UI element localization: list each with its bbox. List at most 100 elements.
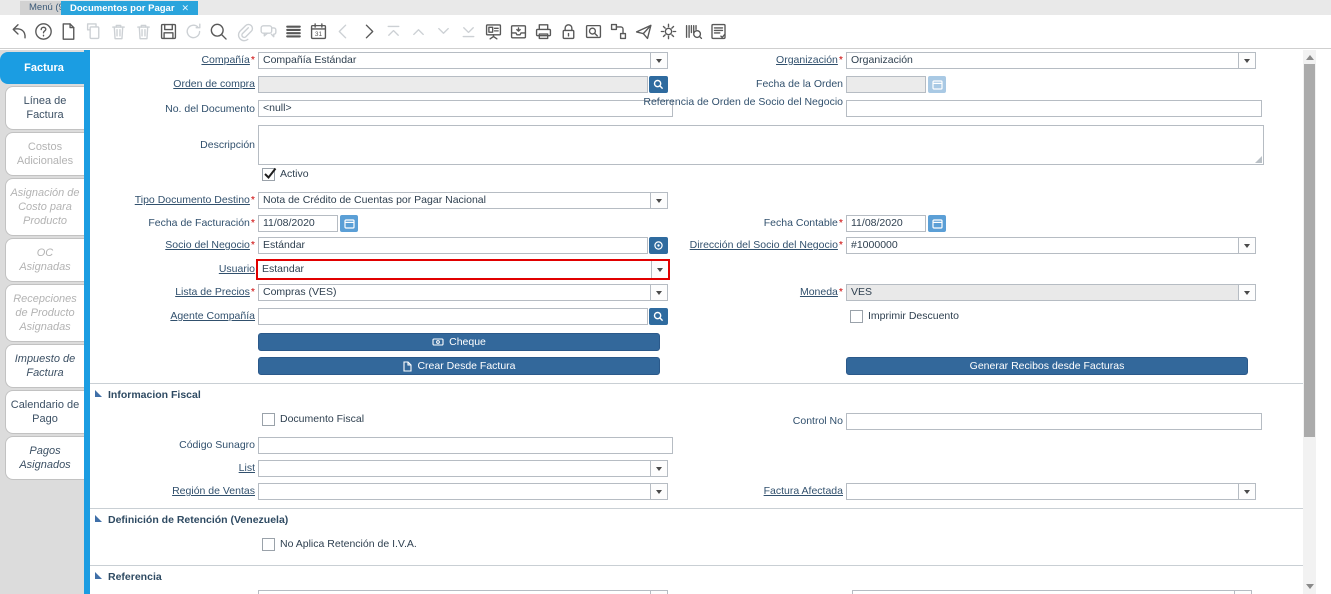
chevron-down-icon[interactable] — [650, 461, 667, 476]
zoom-across-icon[interactable] — [583, 21, 604, 42]
request-icon[interactable] — [633, 21, 654, 42]
fecha-facturacion-calendar-button[interactable] — [340, 215, 358, 232]
attachment-icon — [233, 21, 254, 42]
organizacion-label: Organización* — [635, 54, 843, 66]
direccion-socio-label: Dirección del Socio del Negocio* — [635, 239, 843, 251]
control-no-label: Control No — [635, 415, 843, 427]
report-view-icon[interactable] — [708, 21, 729, 42]
collapse-triangle-icon[interactable] — [95, 390, 102, 397]
lock-icon[interactable] — [558, 21, 579, 42]
resize-handle-icon[interactable] — [1255, 156, 1262, 163]
delete-record-icon — [108, 21, 129, 42]
print-icon[interactable] — [533, 21, 554, 42]
agente-compania-search-button[interactable] — [649, 308, 668, 325]
agente-compania-field[interactable] — [258, 308, 648, 325]
section-definicion-retencion[interactable]: Definición de Retención (Venezuela) — [108, 514, 288, 526]
calendar-icon — [932, 218, 943, 229]
sidebar-tab-impuesto-de-factura[interactable]: Impuesto de Factura — [5, 344, 84, 388]
activo-checkbox[interactable] — [262, 168, 275, 181]
archive-icon[interactable] — [508, 21, 529, 42]
vertical-scrollbar[interactable] — [1303, 50, 1316, 594]
sidebar-tab-línea-de-factura[interactable]: Línea de Factura — [5, 86, 84, 130]
sidebar-tab-factura[interactable]: Factura — [0, 52, 87, 84]
no-documento-label: No. del Documento — [90, 103, 255, 115]
help-icon[interactable] — [33, 21, 54, 42]
report-icon[interactable] — [483, 21, 504, 42]
referencia-orden-field[interactable] — [846, 100, 1262, 117]
fecha-contable-calendar-button[interactable] — [928, 215, 946, 232]
region-ventas-select[interactable] — [258, 483, 668, 500]
chevron-down-icon — [1238, 285, 1255, 300]
chevron-down-icon[interactable] — [1238, 53, 1255, 68]
detail-record-icon[interactable] — [358, 21, 379, 42]
preferences-icon[interactable] — [658, 21, 679, 42]
section-referencia[interactable]: Referencia — [108, 571, 162, 583]
chat-icon — [258, 21, 279, 42]
organizacion-select[interactable]: Organización — [846, 52, 1256, 69]
documento-fiscal-checkbox[interactable] — [262, 413, 275, 426]
search-icon — [653, 311, 664, 322]
main-toolbar: 31 — [0, 15, 1331, 49]
tab-documentos-por-pagar[interactable]: Documentos por Pagar✕ — [61, 1, 198, 15]
crear-desde-factura-button[interactable]: Crear Desde Factura — [258, 357, 660, 375]
tipo-documento-select[interactable]: Nota de Crédito de Cuentas por Pagar Nac… — [258, 192, 668, 209]
referencia-left-select-partial[interactable] — [258, 590, 668, 594]
chevron-down-icon[interactable] — [651, 261, 668, 278]
scroll-up-icon[interactable] — [1306, 55, 1314, 60]
save-icon[interactable] — [158, 21, 179, 42]
workflow-icon[interactable] — [608, 21, 629, 42]
collapse-triangle-icon[interactable] — [95, 515, 102, 522]
fecha-orden-field — [846, 76, 926, 93]
window-tab-bar: Menú (9) Documentos por Pagar✕ — [0, 0, 1331, 15]
find-icon[interactable] — [208, 21, 229, 42]
section-informacion-fiscal[interactable]: Informacion Fiscal — [108, 389, 201, 401]
product-info-icon[interactable] — [683, 21, 704, 42]
chevron-down-icon[interactable] — [1238, 238, 1255, 253]
chevron-down-icon[interactable] — [1238, 484, 1255, 499]
imprimir-descuento-checkbox[interactable] — [850, 310, 863, 323]
referencia-orden-label: Referencia de Orden de Socio del Negocio — [635, 96, 843, 108]
compania-label: Compañía* — [90, 54, 255, 66]
codigo-sunagro-label: Código Sunagro — [90, 439, 255, 451]
descripcion-label: Descripción — [90, 139, 255, 151]
scrollbar-thumb[interactable] — [1304, 64, 1315, 437]
sidebar-tab-pagos-asignados[interactable]: Pagos Asignados — [5, 436, 84, 480]
parent-record-icon — [333, 21, 354, 42]
calendar-icon — [344, 218, 355, 229]
close-tab-icon[interactable]: ✕ — [182, 3, 190, 13]
sidebar-tab-costos-adicionales: Costos Adicionales — [5, 132, 84, 176]
descripcion-textarea[interactable] — [258, 125, 1264, 165]
chevron-down-icon[interactable] — [650, 193, 667, 208]
moneda-label: Moneda* — [635, 286, 843, 298]
region-ventas-label: Región de Ventas — [90, 485, 255, 497]
fecha-facturacion-field[interactable]: 11/08/2020 — [258, 215, 338, 232]
cheque-button[interactable]: Cheque — [258, 333, 660, 351]
control-no-field[interactable] — [846, 413, 1262, 430]
list-select[interactable] — [258, 460, 668, 477]
grid-toggle-icon[interactable] — [283, 21, 304, 42]
codigo-sunagro-field[interactable] — [258, 437, 673, 454]
compania-select[interactable]: Compañía Estándar — [258, 52, 668, 69]
collapse-triangle-icon[interactable] — [95, 572, 102, 579]
no-documento-field[interactable]: <null> — [258, 100, 673, 117]
socio-negocio-field[interactable]: Estándar — [258, 237, 648, 254]
delete-selection-icon — [133, 21, 154, 42]
referencia-right-select-partial[interactable] — [852, 590, 1252, 594]
lista-precios-label: Lista de Precios* — [90, 286, 255, 298]
new-record-icon[interactable] — [58, 21, 79, 42]
activo-label: Activo — [280, 168, 309, 181]
generar-recibos-button[interactable]: Generar Recibos desde Facturas — [846, 357, 1248, 375]
calendar-icon[interactable]: 31 — [308, 21, 329, 42]
no-aplica-retencion-checkbox[interactable] — [262, 538, 275, 551]
undo-icon[interactable] — [8, 21, 29, 42]
scroll-down-icon[interactable] — [1306, 584, 1314, 589]
sidebar-tab-calendario-de-pago[interactable]: Calendario de Pago — [5, 390, 84, 434]
sidebar-tab-asignación-de-costo-para-producto: Asignación de Costo para Producto — [5, 178, 84, 236]
lista-precios-select[interactable]: Compras (VES) — [258, 284, 668, 301]
usuario-select-highlighted[interactable]: Estandar — [256, 259, 670, 280]
fecha-orden-calendar-button — [928, 76, 946, 93]
direccion-socio-select[interactable]: #1000000 — [846, 237, 1256, 254]
fecha-contable-field[interactable]: 11/08/2020 — [846, 215, 926, 232]
svg-text:31: 31 — [315, 31, 323, 38]
factura-afectada-select[interactable] — [846, 483, 1256, 500]
